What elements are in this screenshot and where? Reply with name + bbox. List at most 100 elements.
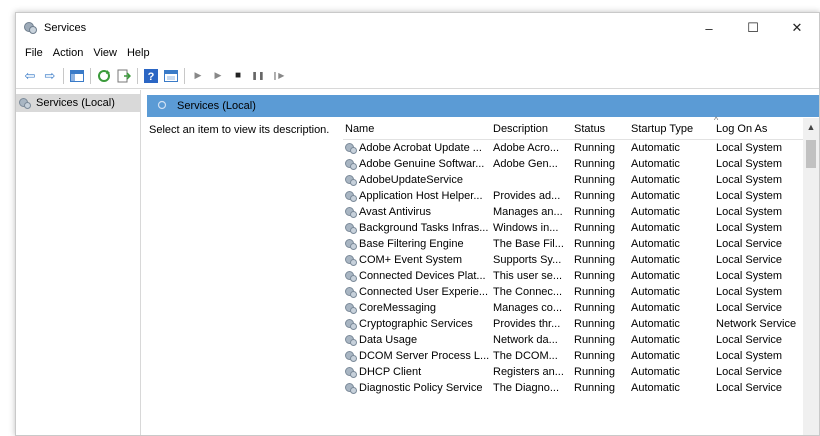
service-name-cell: Avast Antivirus: [343, 206, 493, 218]
services-panel: Services (Local) Select an item to view …: [147, 90, 819, 435]
service-gear-icon: [345, 318, 357, 330]
service-startup-type: Automatic: [631, 142, 680, 154]
service-description: Provides thr...: [493, 318, 561, 330]
services-window: Services – ☐ ✕ File Action View Help ⇦ ⇨…: [15, 12, 820, 436]
forward-arrow-icon[interactable]: ⇨: [41, 67, 59, 85]
service-log-on-as: Local System: [716, 206, 783, 218]
start-service-icon[interactable]: ▶: [189, 67, 207, 85]
service-status: Running: [574, 190, 615, 202]
table-row[interactable]: COM+ Event System Supports Sy... Running Au…: [343, 252, 819, 268]
table-row[interactable]: Background Tasks Infras... Windows in... R…: [343, 220, 819, 236]
scroll-up-arrow-icon[interactable]: ▲: [803, 118, 819, 136]
service-startup-type: Automatic: [631, 302, 680, 314]
table-row[interactable]: Adobe Genuine Softwar... Adobe Gen... Runn…: [343, 156, 819, 172]
table-row[interactable]: Cryptographic Services Provides thr... Run…: [343, 316, 819, 332]
service-status: Running: [574, 158, 615, 170]
service-gear-icon: [345, 366, 357, 378]
help-icon[interactable]: ?: [142, 67, 160, 85]
service-status: Running: [574, 334, 615, 346]
service-gear-icon: [345, 334, 357, 346]
back-arrow-icon[interactable]: ⇦: [21, 67, 39, 85]
service-name: COM+ Event System: [359, 254, 463, 266]
service-description: Adobe Gen...: [493, 158, 558, 170]
service-name-cell: Background Tasks Infras...: [343, 222, 493, 234]
menu-action[interactable]: Action: [48, 47, 89, 59]
table-row[interactable]: Avast Antivirus Manages an... Running Autom…: [343, 204, 819, 220]
service-startup-type: Automatic: [631, 222, 680, 234]
service-name: Connected User Experie...: [359, 286, 489, 298]
stop-service-icon[interactable]: ■: [229, 67, 247, 85]
vertical-scrollbar[interactable]: ▲: [803, 118, 819, 435]
service-status: Running: [574, 206, 615, 218]
menu-help[interactable]: Help: [122, 47, 155, 59]
service-name: Adobe Genuine Softwar...: [359, 158, 485, 170]
service-name: Data Usage: [359, 334, 418, 346]
service-name: Diagnostic Policy Service: [359, 382, 483, 394]
show-hide-console-tree-icon[interactable]: [68, 67, 86, 85]
table-row[interactable]: Diagnostic Policy Service The Diagno... Ru…: [343, 380, 819, 396]
service-gear-icon: [345, 190, 357, 202]
service-log-on-as: Local System: [716, 174, 783, 186]
properties-icon[interactable]: [162, 67, 180, 85]
pause-service-icon[interactable]: ❚❚: [249, 67, 267, 85]
minimize-button[interactable]: –: [687, 13, 731, 43]
toolbar: ⇦ ⇨ ? ▶ ▶ ■ ❚❚ ❙▶: [16, 63, 819, 89]
maximize-button[interactable]: ☐: [731, 13, 775, 43]
service-name-cell: Data Usage: [343, 334, 493, 346]
service-gear-icon: [19, 97, 31, 109]
service-status: Running: [574, 222, 615, 234]
toolbar-separator: [184, 67, 185, 84]
scroll-thumb[interactable]: [806, 140, 816, 168]
sort-caret-icon: ^: [714, 115, 719, 125]
service-log-on-as: Local System: [716, 286, 783, 298]
table-row[interactable]: Connected User Experie... The Connec... Ru…: [343, 284, 819, 300]
service-gear-icon: [345, 286, 357, 298]
service-name: Avast Antivirus: [359, 206, 431, 218]
toolbar-separator: [90, 67, 91, 84]
service-name: DCOM Server Process L...: [359, 350, 490, 362]
column-header-name[interactable]: Name: [343, 123, 493, 135]
refresh-icon[interactable]: [95, 67, 113, 85]
table-row[interactable]: Application Host Helper... Provides ad...…: [343, 188, 819, 204]
title-bar: Services – ☐ ✕: [16, 13, 819, 43]
table-row[interactable]: DCOM Server Process L... The DCOM... Runni…: [343, 348, 819, 364]
table-row[interactable]: Data Usage Network da... Running Automatic L…: [343, 332, 819, 348]
service-startup-type: Automatic: [631, 286, 680, 298]
column-header-startup-type[interactable]: Startup Type: [631, 123, 716, 135]
service-name-cell: COM+ Event System: [343, 254, 493, 266]
table-row[interactable]: AdobeUpdateService Running Automatic Local …: [343, 172, 819, 188]
service-startup-type: Automatic: [631, 334, 680, 346]
menu-file[interactable]: File: [20, 47, 48, 59]
service-gear-icon: [345, 254, 357, 266]
service-description: Manages co...: [493, 302, 563, 314]
svg-text:?: ?: [148, 71, 155, 83]
column-header-status[interactable]: Status: [574, 123, 631, 135]
service-gear-icon: [345, 206, 357, 218]
window-title: Services: [44, 22, 87, 34]
resume-service-icon[interactable]: ❙▶: [269, 67, 287, 85]
service-name-cell: DHCP Client: [343, 366, 493, 378]
service-startup-type: Automatic: [631, 350, 680, 362]
table-row[interactable]: Adobe Acrobat Update ... Adobe Acro... Run…: [343, 140, 819, 156]
column-header-log-on-as[interactable]: Log On As: [716, 123, 801, 135]
close-button[interactable]: ✕: [775, 13, 819, 43]
service-startup-type: Automatic: [631, 382, 680, 394]
start-service-alt-icon[interactable]: ▶: [209, 67, 227, 85]
service-log-on-as: Local System: [716, 190, 783, 202]
service-name-cell: Connected User Experie...: [343, 286, 493, 298]
tree-item-services-local[interactable]: Services (Local): [16, 94, 140, 112]
column-header-description[interactable]: Description: [493, 123, 574, 135]
service-gear-icon: [345, 382, 357, 394]
service-description: The Connec...: [493, 286, 563, 298]
export-list-icon[interactable]: [115, 67, 133, 85]
service-description: Manages an...: [493, 206, 563, 218]
service-log-on-as: Local Service: [716, 254, 783, 266]
table-row[interactable]: CoreMessaging Manages co... Running Automat…: [343, 300, 819, 316]
table-row[interactable]: Base Filtering Engine The Base Fil... Runn…: [343, 236, 819, 252]
table-row[interactable]: Connected Devices Plat... This user se...…: [343, 268, 819, 284]
service-log-on-as: Local Service: [716, 334, 783, 346]
table-row[interactable]: DHCP Client Registers an... Running Automat…: [343, 364, 819, 380]
menu-view[interactable]: View: [88, 47, 122, 59]
service-description: Registers an...: [493, 366, 564, 378]
panel-header: Services (Local): [147, 95, 819, 117]
